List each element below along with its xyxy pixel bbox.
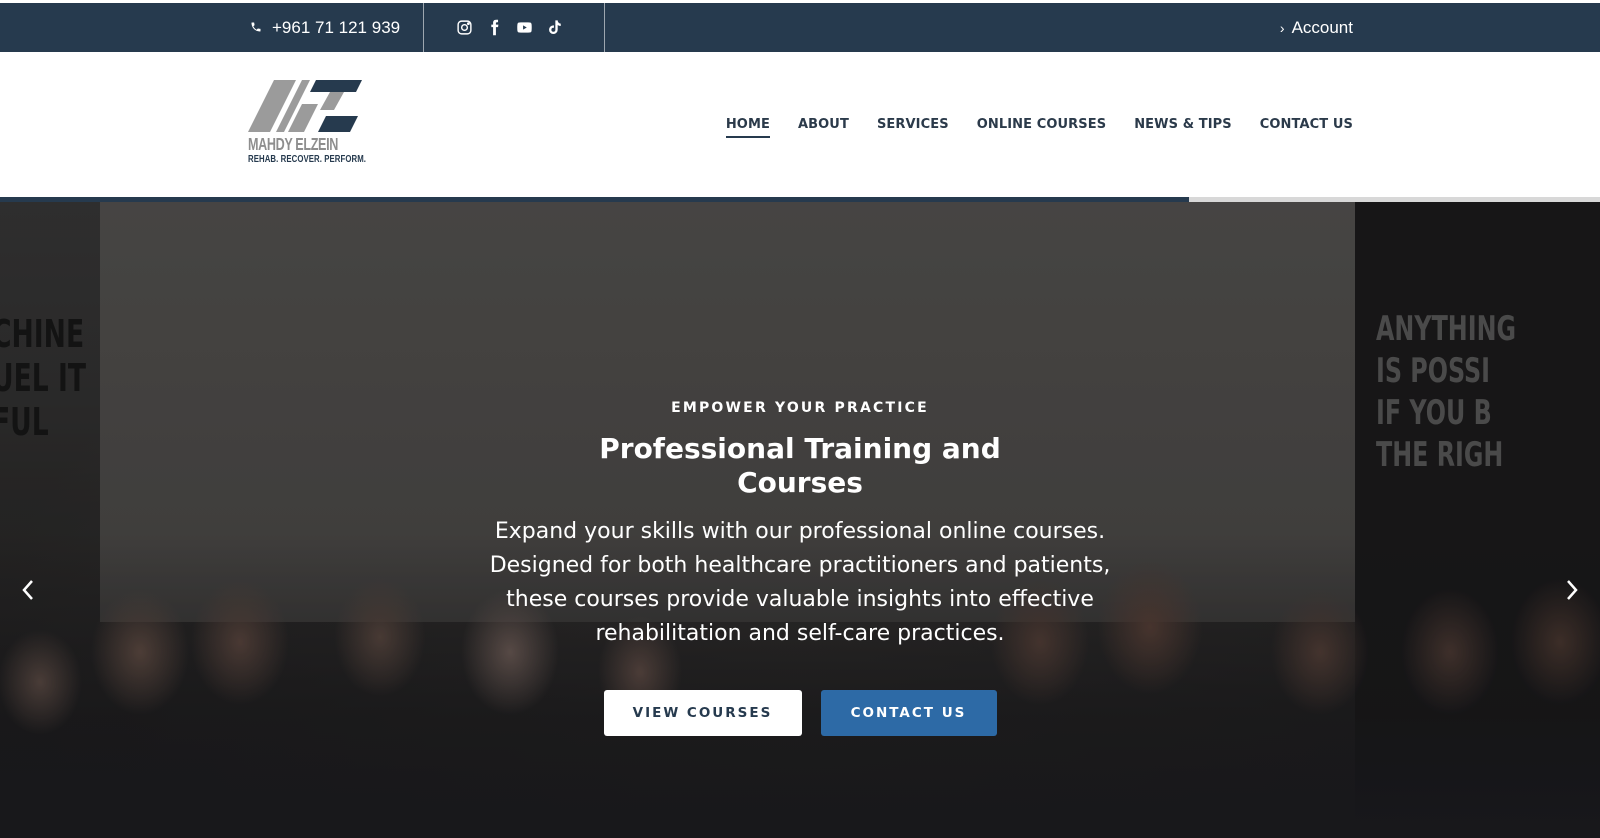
social-links bbox=[455, 3, 563, 52]
topbar-divider bbox=[423, 3, 424, 52]
hero-slider: CHINE UEL IT FUL ANYTHING IS POSSI IF YO… bbox=[0, 202, 1600, 838]
nav-item-contact-us[interactable]: CONTACT US bbox=[1260, 111, 1353, 138]
hero-title-line-2: Courses bbox=[737, 466, 863, 499]
top-bar: +961 71 121 939 › Account bbox=[0, 3, 1600, 52]
phone-number: +961 71 121 939 bbox=[272, 17, 401, 37]
hero-eyebrow: EMPOWER YOUR PRACTICE bbox=[671, 400, 929, 416]
slider-prev-button[interactable] bbox=[16, 578, 40, 602]
nav-item-online-courses[interactable]: ONLINE COURSES bbox=[977, 111, 1107, 138]
nav-item-news-tips[interactable]: NEWS & TIPS bbox=[1134, 111, 1232, 138]
chevron-right-icon bbox=[1567, 580, 1578, 600]
hero-title: Professional Training and Courses bbox=[400, 432, 1200, 500]
view-courses-button[interactable]: VIEW COURSES bbox=[603, 690, 802, 736]
logo-tagline: REHAB. RECOVER. PERFORM. bbox=[248, 154, 367, 165]
phone-icon bbox=[250, 18, 262, 38]
hero-description: Expand your skills with our professional… bbox=[489, 519, 1111, 646]
account-link[interactable]: › Account bbox=[1280, 3, 1353, 52]
phone-link[interactable]: +961 71 121 939 bbox=[250, 3, 400, 52]
account-label: Account bbox=[1291, 17, 1353, 37]
instagram-icon[interactable] bbox=[455, 19, 473, 37]
site-header: MAHDY ELZEIN REHAB. RECOVER. PERFORM. HO… bbox=[0, 52, 1600, 197]
hero-title-line-1: Professional Training and bbox=[599, 432, 1001, 465]
nav-item-about[interactable]: ABOUT bbox=[798, 111, 849, 138]
hero-buttons: VIEW COURSES CONTACT US bbox=[400, 690, 1200, 736]
nav-item-home[interactable]: HOME bbox=[725, 111, 771, 138]
logo-brand-text: MAHDY ELZEIN bbox=[248, 134, 338, 154]
nav-item-services[interactable]: SERVICES bbox=[877, 111, 949, 138]
hero-content: EMPOWER YOUR PRACTICE Professional Train… bbox=[400, 202, 1200, 838]
chevron-right-icon: › bbox=[1279, 19, 1285, 36]
chevron-left-icon bbox=[22, 580, 33, 600]
contact-us-button[interactable]: CONTACT US bbox=[820, 690, 997, 736]
main-nav: HOME ABOUT SERVICES ONLINE COURSES NEWS … bbox=[725, 52, 1353, 197]
topbar-divider bbox=[604, 3, 605, 52]
youtube-icon[interactable] bbox=[515, 19, 533, 37]
tiktok-icon[interactable] bbox=[545, 19, 563, 37]
slider-next-button[interactable] bbox=[1560, 578, 1584, 602]
logo-mark-icon bbox=[248, 80, 362, 132]
facebook-icon[interactable] bbox=[485, 19, 503, 37]
site-logo[interactable]: MAHDY ELZEIN REHAB. RECOVER. PERFORM. bbox=[248, 78, 367, 170]
